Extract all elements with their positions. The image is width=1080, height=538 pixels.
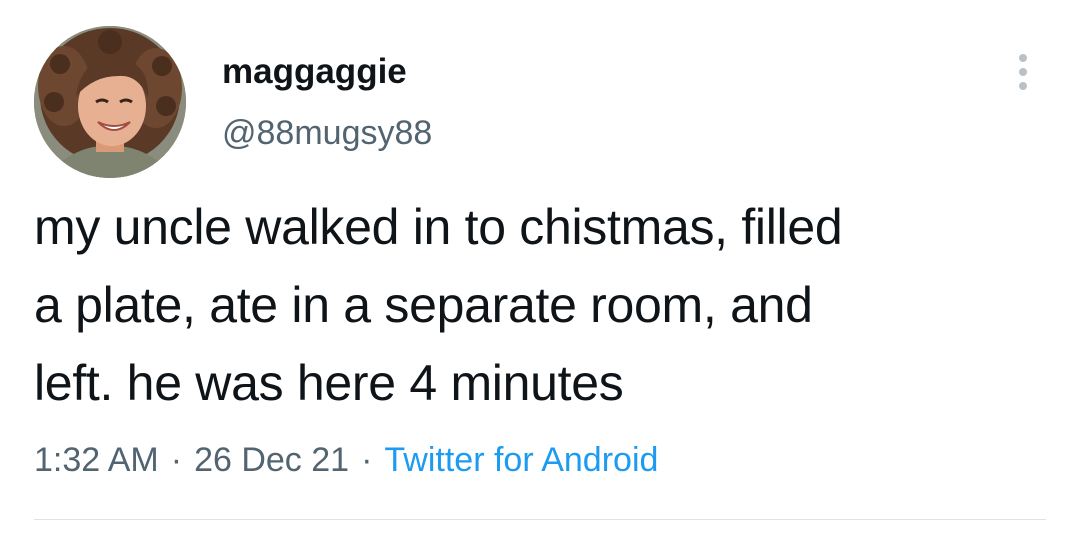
tweet-text-line: my uncle walked in to chistmas, filled xyxy=(34,199,843,255)
tweet-date[interactable]: 26 Dec 21 xyxy=(194,441,349,479)
tweet-text: my uncle walked in to chistmas, filled a… xyxy=(34,188,1064,422)
more-vertical-icon xyxy=(1019,54,1027,90)
tweet-text-line: left. he was here 4 minutes xyxy=(34,355,624,411)
meta-separator: · xyxy=(361,441,373,479)
avatar[interactable] xyxy=(34,26,186,178)
author-handle[interactable]: @88mugsy88 xyxy=(222,112,432,154)
tweet-source-link[interactable]: Twitter for Android xyxy=(384,441,658,479)
divider xyxy=(34,519,1046,520)
tweet: maggaggie @88mugsy88 my uncle walked in … xyxy=(0,0,1080,538)
tweet-time[interactable]: 1:32 AM xyxy=(34,441,159,479)
author-display-name[interactable]: maggaggie xyxy=(222,50,407,94)
profile-photo-icon xyxy=(34,26,186,178)
tweet-text-line: a plate, ate in a separate room, and xyxy=(34,277,813,333)
meta-separator: · xyxy=(170,441,183,479)
tweet-meta: 1:32 AM · 26 Dec 21 · Twitter for Android xyxy=(34,438,658,482)
more-button[interactable] xyxy=(1006,50,1040,94)
